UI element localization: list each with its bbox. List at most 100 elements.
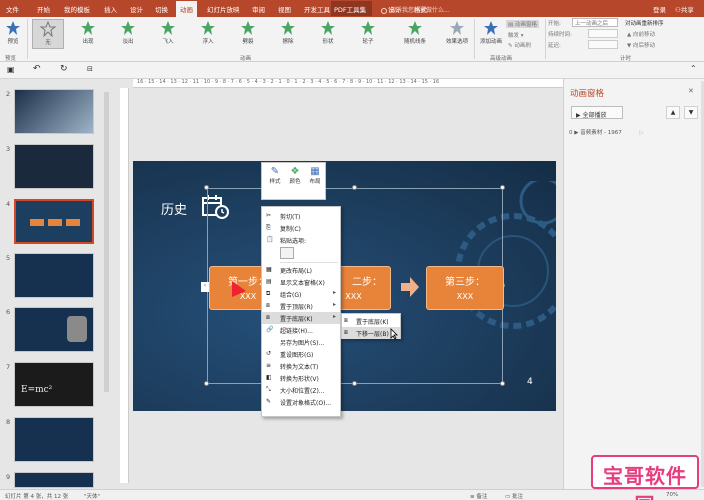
animation-list-item[interactable]: 0 ▶ 音频素材 - 1967 ▷ (569, 128, 699, 138)
slide-thumbnail[interactable] (14, 253, 94, 298)
resize-handle[interactable] (204, 185, 209, 190)
tab-insert[interactable]: 插入 (104, 4, 117, 14)
slide[interactable]: 历史 ‹ 第一步： XXX 二步： XXX 第三步： XXX 4 (133, 161, 556, 411)
color-button[interactable]: ❖ 颜色 (286, 166, 304, 185)
menu-reset-graphic[interactable]: ↺ 重设图形(G) (262, 348, 340, 360)
animation-fade[interactable]: 淡出 (112, 19, 144, 49)
duration-input[interactable] (588, 29, 618, 38)
slide-thumbnail[interactable] (14, 144, 94, 189)
menu-hyperlink[interactable]: 🔗 超链接(H)... (262, 324, 340, 336)
style-button[interactable]: ✎ 样式 (266, 166, 284, 185)
save-icon[interactable]: ▣ (7, 65, 15, 74)
undo-icon[interactable]: ↶ (33, 64, 41, 74)
move-down-button[interactable]: ▼ (684, 106, 698, 119)
delay-label: 延迟: (548, 43, 561, 49)
animation-wheel[interactable]: 轮子 (352, 19, 384, 49)
close-icon[interactable]: ✕ (688, 87, 694, 95)
slide-thumbnail[interactable] (14, 417, 94, 462)
resize-handle[interactable] (352, 185, 357, 190)
menu-save-as-picture[interactable]: 另存为图片(S)... (262, 336, 340, 348)
step-box-3[interactable]: 第三步： XXX (426, 266, 504, 310)
slide-thumbnail[interactable] (14, 89, 94, 134)
slide-thumbnail[interactable] (14, 472, 94, 488)
customize-icon[interactable]: ⊟ (87, 65, 93, 73)
menu-paste-options[interactable]: 📋 粘贴选项: (262, 234, 340, 246)
search-input[interactable]: 告诉我您想要做什么... (377, 2, 537, 15)
mini-toolbar: ✎ 样式 ❖ 颜色 ▦ 布局 (261, 162, 326, 200)
animation-random-bars[interactable]: 随机线条 (395, 19, 435, 49)
slide-thumbnail[interactable] (14, 307, 94, 352)
resize-handle[interactable] (204, 381, 209, 386)
menu-convert-to-shapes[interactable]: ◧ 转换为形状(V) (262, 372, 340, 384)
menu-send-to-back[interactable]: ⧈ 置于底层(K) ▸ (262, 312, 340, 324)
tab-review[interactable]: 审阅 (252, 4, 265, 14)
resize-handle[interactable] (352, 381, 357, 386)
animation-float-in[interactable]: 浮入 (192, 19, 224, 49)
paste-option-icon[interactable] (280, 247, 294, 259)
animation-appear[interactable]: 出现 (72, 19, 104, 49)
slide-number: 9 (6, 473, 11, 481)
menu-size-position[interactable]: ⤡ 大小和位置(Z)... (262, 384, 340, 396)
animation-wipe[interactable]: 擦除 (272, 19, 304, 49)
submenu-arrow-icon: ▸ (332, 289, 336, 296)
move-later-button[interactable]: ▼ 向后移动 (627, 41, 655, 49)
animation-pane-button[interactable]: ▤ 动画窗格 (506, 20, 539, 28)
delay-input[interactable] (588, 40, 618, 49)
tab-transitions[interactable]: 切换 (155, 4, 168, 14)
zoom-level[interactable]: 70% (666, 492, 678, 498)
slide-page-number: 4 (527, 377, 533, 387)
submenu-send-to-back[interactable]: ⧈ 置于底层(K) (342, 315, 400, 327)
animation-split[interactable]: 劈裂 (232, 19, 264, 49)
tab-pdf-tools[interactable]: PDF工具集 (334, 4, 366, 14)
start-select[interactable]: 上一动画之后 (572, 18, 618, 27)
thumbnail-scrollbar[interactable] (104, 92, 109, 392)
menu-bring-to-front[interactable]: ⧈ 置于顶层(R) ▸ (262, 300, 340, 312)
slide-number: 8 (6, 418, 11, 426)
play-all-button[interactable]: ▶ 全部播放 (571, 106, 623, 119)
move-earlier-button[interactable]: ▲ 向前移动 (627, 30, 655, 38)
resize-handle[interactable] (500, 185, 505, 190)
tab-slideshow[interactable]: 幻灯片放映 (207, 4, 240, 14)
tab-home[interactable]: 开始 (37, 4, 50, 14)
add-animation-button[interactable]: 添加动画 (476, 19, 506, 49)
group-label-timing: 计时 (620, 56, 632, 62)
menu-group[interactable]: ⧉ 组合(G) ▸ (262, 288, 340, 300)
menu-cut[interactable]: ✂ 剪切(T) (262, 210, 340, 222)
slide-title[interactable]: 历史 (161, 199, 187, 218)
preview-button[interactable]: 预览 (0, 19, 26, 49)
menu-show-text-pane[interactable]: ▤ 显示文本窗格(X) (262, 276, 340, 288)
layout-button[interactable]: ▦ 布局 (306, 166, 324, 185)
move-up-button[interactable]: ▲ (666, 106, 680, 119)
animation-shape[interactable]: 形状 (312, 19, 344, 49)
animation-painter-button[interactable]: ✎ 动画刷 (508, 41, 531, 49)
comments-button[interactable]: ▭ 批注 (505, 492, 523, 500)
effect-options-button[interactable]: 效果选项 (442, 19, 472, 49)
link-icon: 🔗 (266, 326, 274, 333)
send-back-icon: ⧈ (344, 317, 348, 324)
resize-handle[interactable] (500, 381, 505, 386)
notes-icon: ≡ (470, 494, 475, 500)
collapse-ribbon-icon[interactable]: ⌃ (690, 64, 697, 73)
menu-change-layout[interactable]: ▦ 更改布局(L) (262, 264, 340, 276)
trigger-button[interactable]: 触发 ▾ (508, 31, 524, 39)
redo-icon[interactable]: ↻ (60, 64, 68, 74)
slide-thumbnail[interactable]: E=mc² (14, 362, 94, 407)
animation-fly-in[interactable]: 飞入 (152, 19, 184, 49)
menu-copy[interactable]: ⎘ 复制(C) (262, 222, 340, 234)
tab-my-templates[interactable]: 我的模板 (64, 4, 90, 14)
tab-animations[interactable]: 动画 (176, 1, 197, 17)
menu-format-object[interactable]: ✎ 设置对象格式(O)... (262, 396, 340, 408)
notes-button[interactable]: ≡ 备注 (470, 492, 487, 500)
format-icon: ✎ (266, 398, 272, 405)
menu-convert-to-text[interactable]: ≡ 转换为文本(T) (262, 360, 340, 372)
tab-file[interactable]: 文件 (6, 4, 19, 14)
tab-view[interactable]: 视图 (278, 4, 291, 14)
tab-developer[interactable]: 开发工具 (304, 4, 330, 14)
slide-counter: 幻灯片 第 4 张，共 12 张 (5, 494, 69, 500)
slide-thumbnail-selected[interactable] (14, 199, 94, 244)
animation-none[interactable]: 无 (32, 19, 64, 49)
share-button[interactable]: ⚇共享 (675, 4, 694, 14)
login-link[interactable]: 登录 (653, 4, 666, 14)
text-pane-toggle[interactable]: ‹ (201, 282, 209, 292)
tab-design[interactable]: 设计 (130, 4, 143, 14)
